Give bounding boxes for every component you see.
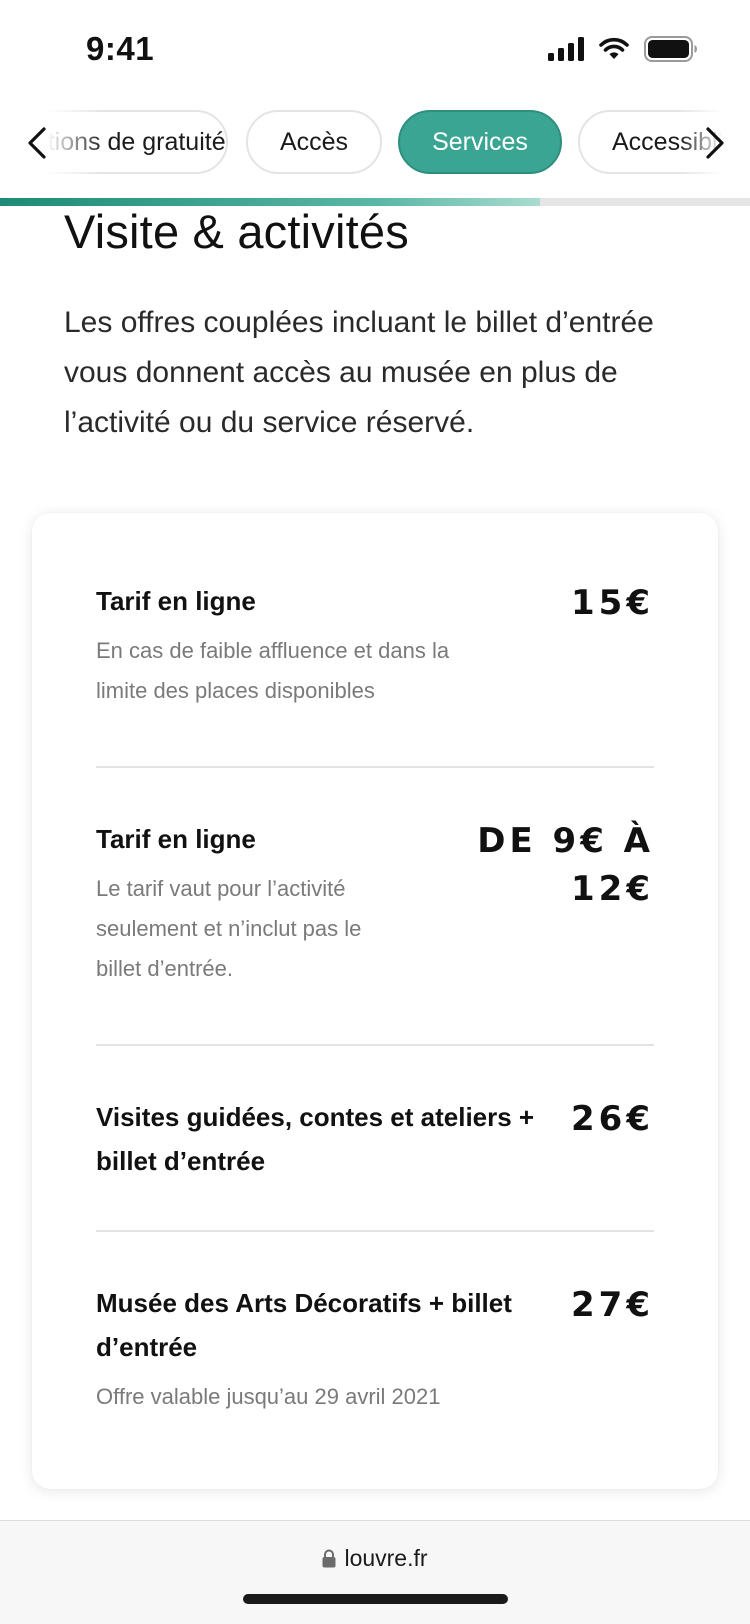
price-row-amount: 27€ bbox=[571, 1285, 654, 1325]
price-row: Tarif en ligne En cas de faible affluenc… bbox=[96, 579, 654, 719]
price-row-note: En cas de faible affluence et dans la li… bbox=[96, 638, 450, 703]
price-divider bbox=[96, 1044, 654, 1046]
cellular-signal-icon bbox=[548, 37, 584, 61]
price-row-title: Tarif en ligne bbox=[96, 586, 256, 616]
price-card: Tarif en ligne En cas de faible affluenc… bbox=[32, 513, 718, 1489]
home-indicator bbox=[243, 1594, 508, 1604]
address-bar[interactable]: louvre.fr bbox=[0, 1545, 750, 1572]
price-row-note: Le tarif vaut pour l’activité seulement … bbox=[96, 876, 362, 981]
price-row: Visites guidées, contes et ateliers + bi… bbox=[96, 1095, 654, 1195]
status-time: 9:41 bbox=[86, 30, 155, 67]
tab-acces[interactable]: Accès bbox=[246, 110, 382, 174]
price-row-amount: 15€ bbox=[571, 583, 654, 623]
wifi-icon bbox=[599, 37, 629, 59]
price-row-amount: De 9€ à 12€ bbox=[477, 821, 654, 909]
tab-services[interactable]: Services bbox=[398, 110, 562, 174]
chevron-right-icon[interactable] bbox=[702, 126, 728, 160]
price-row-title: Visites guidées, contes et ateliers + bi… bbox=[96, 1102, 535, 1176]
tab-label: Services bbox=[432, 127, 528, 156]
tab-label: Accès bbox=[279, 127, 349, 156]
section-intro: Les offres couplées incluant le billet d… bbox=[64, 306, 654, 439]
status-bar: 9:41 bbox=[0, 0, 750, 100]
price-row-title: Musée des Arts Décoratifs + billet d’ent… bbox=[96, 1288, 512, 1362]
price-row: Musée des Arts Décoratifs + billet d’ent… bbox=[96, 1281, 654, 1441]
battery-icon bbox=[644, 36, 697, 62]
section-title: Visite & activités bbox=[64, 205, 409, 258]
price-row-note: Offre valable jusqu’au 29 avril 2021 bbox=[96, 1384, 441, 1409]
tabs-fade-left bbox=[0, 104, 105, 180]
price-divider bbox=[96, 1230, 654, 1232]
status-icons bbox=[548, 36, 698, 62]
chevron-left-icon[interactable] bbox=[24, 126, 50, 160]
price-row-amount: 26€ bbox=[571, 1099, 654, 1139]
lock-icon bbox=[322, 1549, 336, 1568]
url-text: louvre.fr bbox=[344, 1545, 428, 1571]
price-row: Tarif en ligne Le tarif vaut pour l’acti… bbox=[96, 817, 654, 1017]
tabs-bar: Conditions de gratuité Accès Services Ac… bbox=[0, 104, 750, 180]
browser-bottom-bar: louvre.fr bbox=[0, 1520, 750, 1624]
price-divider bbox=[96, 766, 654, 768]
screen: 9:41 Conditions de gratuité Accès Servic… bbox=[0, 0, 750, 1624]
